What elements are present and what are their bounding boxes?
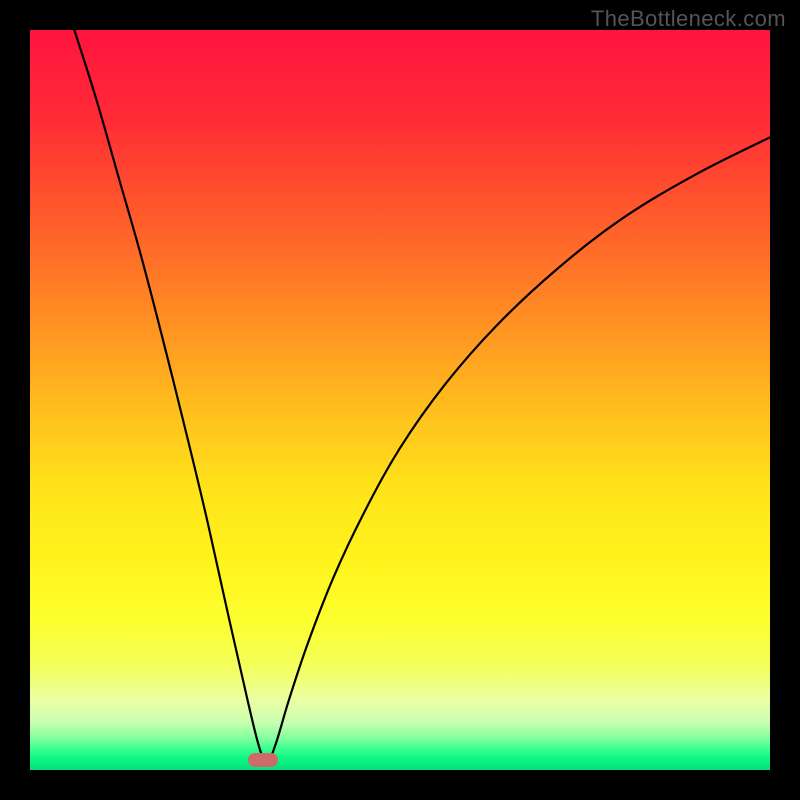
bottleneck-curve <box>30 30 770 770</box>
optimal-point-marker <box>248 753 278 767</box>
watermark-text: TheBottleneck.com <box>591 6 786 32</box>
plot-frame <box>30 30 770 770</box>
